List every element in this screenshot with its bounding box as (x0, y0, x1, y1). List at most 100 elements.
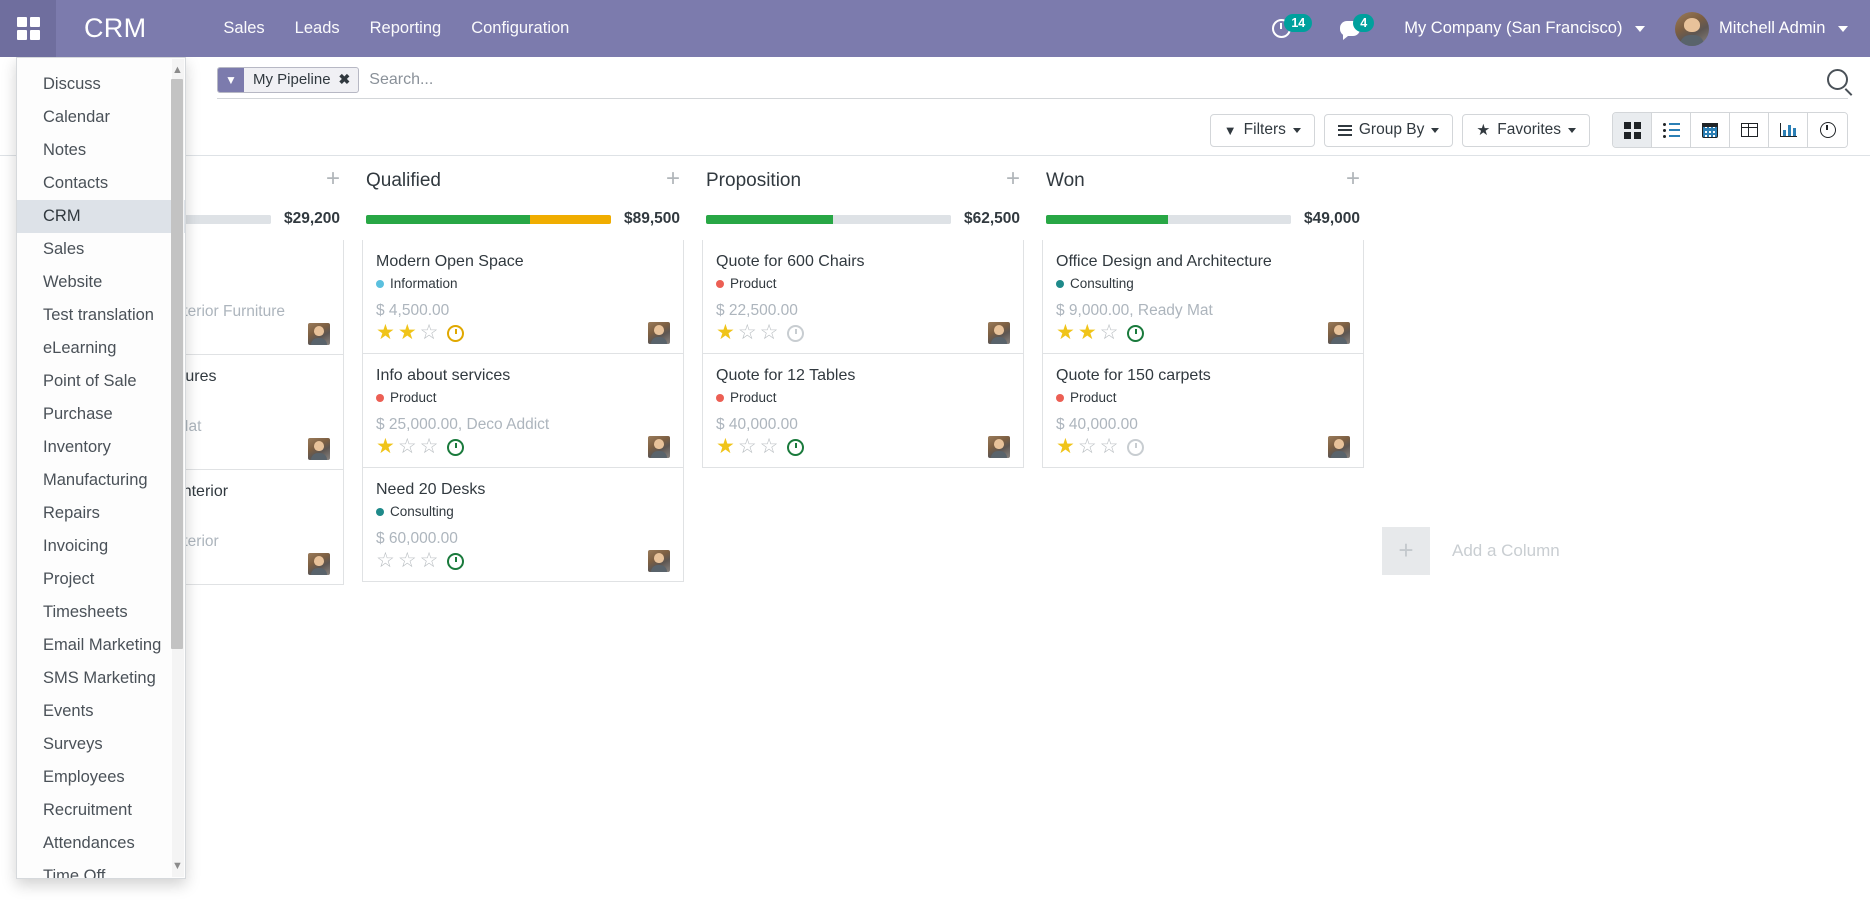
star-empty-icon[interactable]: ☆ (398, 436, 417, 458)
favorites-dropdown[interactable]: ★ Favorites (1462, 113, 1590, 147)
kanban-card[interactable]: Quote for 150 carpets Product $ 40,000.00 ★… (1042, 354, 1364, 468)
progress-segment[interactable] (366, 214, 531, 224)
apps-menu-item-contacts[interactable]: Contacts (17, 167, 185, 200)
avatar[interactable] (648, 436, 670, 458)
kanban-card[interactable]: Quote for 600 Chairs Product $ 22,500.00 ★ ☆… (702, 240, 1024, 354)
messages-menu[interactable]: 4 (1326, 13, 1388, 40)
activity-clock-icon[interactable] (447, 324, 465, 342)
kanban-column-add-record-icon[interactable]: + (1346, 167, 1360, 191)
kanban-card[interactable]: Info about services Product $ 25,000.00, D… (362, 354, 684, 468)
scroll-up-icon[interactable]: ▲ (172, 63, 183, 77)
star-empty-icon[interactable]: ☆ (398, 550, 417, 572)
activity-clock-icon[interactable] (787, 324, 805, 342)
apps-menu-item-attendances[interactable]: Attendances (17, 827, 185, 860)
search-facet-my-pipeline[interactable]: ▼ My Pipeline ✖ (217, 66, 360, 93)
apps-menu-scrollbar-track[interactable]: ▲ ▼ (171, 59, 184, 877)
apps-menu-item-discuss[interactable]: Discuss (17, 68, 185, 101)
nav-item-sales[interactable]: Sales (208, 12, 279, 45)
apps-menu-item-surveys[interactable]: Surveys (17, 728, 185, 761)
view-graph-button[interactable] (1769, 113, 1808, 147)
star-empty-icon[interactable]: ☆ (1078, 436, 1097, 458)
search-input[interactable] (359, 70, 1819, 89)
star-empty-icon[interactable]: ☆ (420, 550, 439, 572)
view-kanban-button[interactable] (1613, 113, 1652, 147)
star-filled-icon[interactable]: ★ (376, 436, 395, 458)
view-list-button[interactable] (1652, 113, 1691, 147)
activity-clock-icon[interactable] (1127, 324, 1145, 342)
view-activity-button[interactable] (1808, 113, 1847, 147)
apps-menu-toggle[interactable] (0, 0, 56, 57)
star-filled-icon[interactable]: ★ (376, 322, 395, 344)
filters-dropdown[interactable]: ▼ Filters (1209, 113, 1315, 147)
avatar[interactable] (988, 436, 1010, 458)
apps-menu-item-sales[interactable]: Sales (17, 233, 185, 266)
apps-menu-item-project[interactable]: Project (17, 563, 185, 596)
apps-menu-item-elearning[interactable]: eLearning (17, 332, 185, 365)
progress-segment[interactable] (530, 214, 611, 224)
apps-menu-item-timesheets[interactable]: Timesheets (17, 596, 185, 629)
apps-menu-item-point-of-sale[interactable]: Point of Sale (17, 365, 185, 398)
kanban-card[interactable]: Quote for 12 Tables Product $ 40,000.00 ★ ☆ ☆ (702, 354, 1024, 468)
plus-icon[interactable]: + (1382, 526, 1430, 575)
apps-menu-item-email-marketing[interactable]: Email Marketing (17, 629, 185, 662)
progress-track[interactable] (1046, 214, 1291, 224)
avatar[interactable] (988, 322, 1010, 344)
progress-segment[interactable] (1168, 214, 1291, 224)
star-empty-icon[interactable]: ☆ (738, 322, 757, 344)
group-by-dropdown[interactable]: Group By (1323, 113, 1454, 147)
activity-clock-icon[interactable] (447, 438, 465, 456)
apps-menu-item-sms-marketing[interactable]: SMS Marketing (17, 662, 185, 695)
apps-menu-item-invoicing[interactable]: Invoicing (17, 530, 185, 563)
priority-stars[interactable]: ☆ ☆ ☆ (376, 550, 438, 572)
progress-segment[interactable] (833, 214, 951, 224)
star-filled-icon[interactable]: ★ (398, 322, 417, 344)
priority-stars[interactable]: ★ ★ ☆ (1056, 322, 1118, 344)
apps-menu-item-repairs[interactable]: Repairs (17, 497, 185, 530)
progress-track[interactable] (706, 214, 951, 224)
activity-clock-icon[interactable] (787, 438, 805, 456)
apps-menu-item-notes[interactable]: Notes (17, 134, 185, 167)
kanban-column-title[interactable]: Qualified (366, 170, 441, 192)
nav-item-reporting[interactable]: Reporting (355, 12, 457, 45)
kanban-card[interactable]: Office Design and Architecture Consulting… (1042, 240, 1364, 354)
kanban-card[interactable]: Need 20 Desks Consulting $ 60,000.00 ☆ ☆ ☆ (362, 468, 684, 582)
apps-menu-item-employees[interactable]: Employees (17, 761, 185, 794)
apps-menu-item-events[interactable]: Events (17, 695, 185, 728)
apps-menu-item-manufacturing[interactable]: Manufacturing (17, 464, 185, 497)
kanban-column-add-record-icon[interactable]: + (666, 167, 680, 191)
progress-segment[interactable] (177, 214, 271, 224)
avatar[interactable] (1675, 11, 1710, 46)
avatar[interactable] (1328, 322, 1350, 344)
progress-segment[interactable] (1046, 214, 1169, 224)
avatar[interactable] (648, 322, 670, 344)
activity-clock-icon[interactable] (447, 552, 465, 570)
priority-stars[interactable]: ★ ☆ ☆ (1056, 436, 1118, 458)
view-pivot-button[interactable] (1730, 113, 1769, 147)
apps-menu-item-website[interactable]: Website (17, 266, 185, 299)
star-empty-icon[interactable]: ☆ (760, 436, 779, 458)
star-empty-icon[interactable]: ☆ (420, 436, 439, 458)
avatar[interactable] (648, 550, 670, 572)
kanban-card[interactable]: Modern Open Space Information $ 4,500.00 ★ ★… (362, 240, 684, 354)
apps-menu-item-crm[interactable]: CRM (17, 200, 185, 233)
search-view[interactable]: ▼ My Pipeline ✖ (217, 64, 1848, 99)
view-calendar-button[interactable] (1691, 113, 1730, 147)
kanban-column-add-record-icon[interactable]: + (326, 167, 340, 191)
activities-menu[interactable]: 14 (1258, 13, 1326, 38)
kanban-column-title[interactable]: Won (1046, 170, 1085, 192)
activity-clock-icon[interactable] (1127, 438, 1145, 456)
nav-item-leads[interactable]: Leads (280, 12, 355, 45)
user-menu[interactable]: Mitchell Admin (1719, 19, 1848, 38)
priority-stars[interactable]: ★ ☆ ☆ (716, 436, 778, 458)
star-empty-icon[interactable]: ☆ (760, 322, 779, 344)
company-switcher[interactable]: My Company (San Francisco) (1404, 19, 1646, 38)
apps-menu-item-time-off[interactable]: Time Off (17, 860, 185, 878)
star-filled-icon[interactable]: ★ (1056, 436, 1075, 458)
star-filled-icon[interactable]: ★ (716, 322, 735, 344)
star-filled-icon[interactable]: ★ (1078, 322, 1097, 344)
priority-stars[interactable]: ★ ★ ☆ (376, 322, 438, 344)
star-filled-icon[interactable]: ★ (1056, 322, 1075, 344)
progress-segment[interactable] (706, 214, 834, 224)
progress-track[interactable] (366, 214, 611, 224)
avatar[interactable] (308, 323, 330, 345)
